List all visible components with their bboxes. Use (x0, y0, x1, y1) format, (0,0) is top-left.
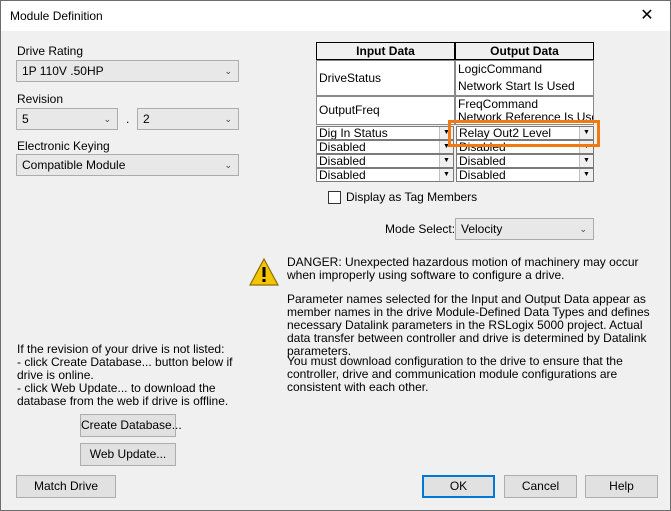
input-fixed-text: DriveStatus (319, 71, 382, 85)
input-data-select-value: Dig In Status (319, 126, 388, 140)
match-drive-button[interactable]: Match Drive (16, 475, 116, 498)
highlight-box (448, 120, 600, 147)
input-data-select[interactable]: Disabled ▼ (316, 154, 454, 168)
electronic-keying-select[interactable]: Compatible Module ⌄ (16, 154, 239, 176)
display-tag-members-checkbox[interactable] (328, 191, 341, 204)
parameters-message: Parameter names selected for the Input a… (287, 292, 650, 358)
chevron-down-icon: ⌄ (224, 160, 232, 170)
output-fixed-cell: LogicCommand Network Start Is Used (455, 60, 594, 96)
revision-major-select[interactable]: 5 ⌄ (16, 108, 118, 130)
input-data-header: Input Data (316, 42, 455, 60)
output-fixed-line: FreqCommand (458, 97, 539, 111)
input-data-select-value: Disabled (319, 154, 366, 168)
mode-select-dropdown[interactable]: Velocity ⌄ (455, 218, 594, 240)
chevron-down-icon: ⌄ (579, 224, 587, 234)
revision-note-line: - click Web Update... to download the da… (17, 381, 229, 408)
input-fixed-cell: OutputFreq (316, 96, 455, 125)
chevron-down-icon: ⌄ (224, 66, 232, 76)
input-data-select-value: Disabled (319, 168, 366, 182)
display-tag-members-label: Display as Tag Members (346, 190, 478, 204)
output-fixed-line: LogicCommand (458, 62, 543, 76)
revision-minor-value: 2 (143, 112, 150, 126)
mode-select-value: Velocity (461, 222, 503, 236)
chevron-down-icon: ⌄ (224, 114, 232, 124)
output-data-select-value: Disabled (459, 154, 506, 168)
electronic-keying-value: Compatible Module (22, 158, 126, 172)
dropdown-arrow-icon: ▼ (579, 155, 593, 167)
input-data-select[interactable]: Disabled ▼ (316, 140, 454, 154)
revision-major-value: 5 (22, 112, 29, 126)
revision-label: Revision (17, 92, 64, 106)
module-definition-dialog: Module Definition ✕ Drive Rating 1P 110V… (0, 0, 671, 511)
warning-icon (248, 257, 280, 286)
chevron-down-icon: ⌄ (103, 114, 111, 124)
cancel-button[interactable]: Cancel (504, 475, 577, 498)
drive-rating-label: Drive Rating (17, 44, 84, 58)
window-title: Module Definition (10, 9, 103, 23)
output-data-select[interactable]: Disabled ▼ (456, 154, 594, 168)
output-fixed-line: Network Start Is Used (458, 79, 575, 93)
help-button[interactable]: Help (585, 475, 658, 498)
revision-note: If the revision of your drive is not lis… (17, 343, 247, 408)
dropdown-arrow-icon: ▼ (439, 155, 453, 167)
create-database-button[interactable]: Create Database... (80, 414, 182, 437)
web-update-button[interactable]: Web Update... (80, 443, 176, 466)
electronic-keying-label: Electronic Keying (17, 139, 110, 153)
input-fixed-text: OutputFreq (319, 103, 380, 117)
dropdown-arrow-icon: ▼ (579, 169, 593, 181)
close-button[interactable]: ✕ (624, 1, 670, 31)
output-data-header: Output Data (455, 42, 594, 60)
close-icon: ✕ (640, 7, 654, 24)
mode-select-label: Mode Select: (385, 222, 456, 236)
input-data-select[interactable]: Dig In Status ▼ (316, 126, 454, 140)
input-fixed-cell: DriveStatus (316, 60, 455, 96)
drive-rating-select[interactable]: 1P 110V .50HP ⌄ (16, 60, 239, 82)
revision-minor-select[interactable]: 2 ⌄ (137, 108, 239, 130)
dropdown-arrow-icon: ▼ (439, 169, 453, 181)
revision-note-line: - click Create Database... button below … (17, 355, 233, 382)
ok-button[interactable]: OK (422, 475, 495, 498)
revision-separator: . (126, 112, 130, 126)
input-data-select[interactable]: Disabled ▼ (316, 168, 454, 182)
output-data-select-value: Disabled (459, 168, 506, 182)
title-bar: Module Definition ✕ (1, 1, 670, 31)
danger-message: DANGER: Unexpected hazardous motion of m… (287, 255, 639, 282)
output-data-select[interactable]: Disabled ▼ (456, 168, 594, 182)
drive-rating-value: 1P 110V .50HP (22, 64, 104, 78)
input-data-select-value: Disabled (319, 140, 366, 154)
download-message: You must download configuration to the d… (287, 354, 623, 394)
